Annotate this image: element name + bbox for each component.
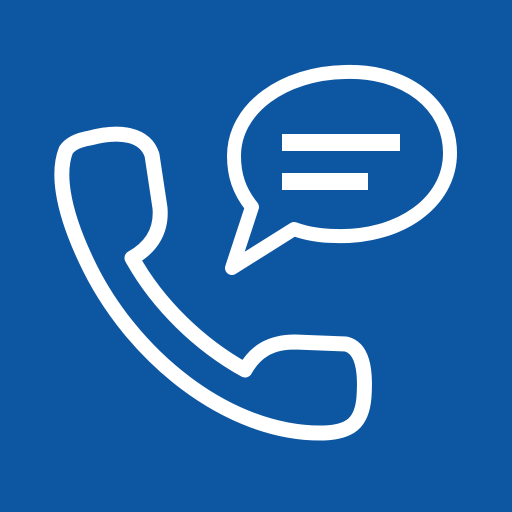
- text-line-long: [282, 134, 400, 151]
- phone-message-app-icon[interactable]: [0, 0, 512, 512]
- text-line-short: [282, 173, 368, 190]
- icon-graphic: [0, 0, 512, 512]
